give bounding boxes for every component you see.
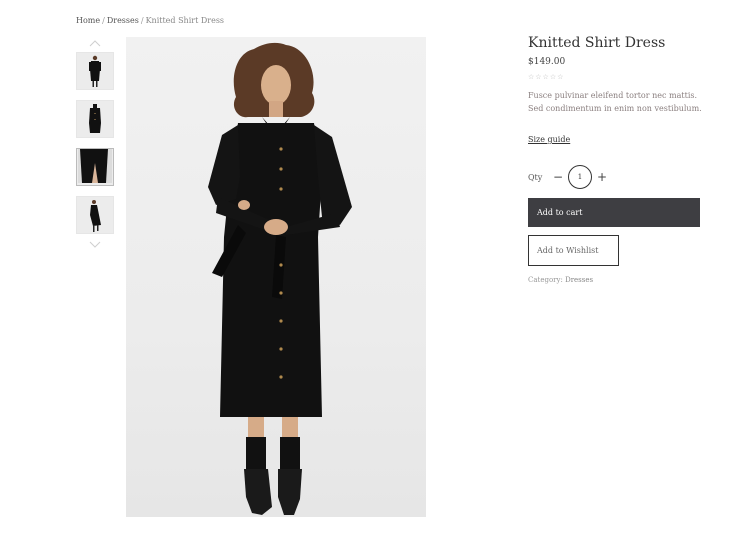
breadcrumb-category-link[interactable]: Dresses — [107, 16, 139, 25]
quantity-input[interactable]: 1 — [568, 165, 592, 189]
thumbnail-gallery — [76, 36, 114, 252]
breadcrumb-separator: / — [102, 16, 105, 25]
rating-stars[interactable]: ☆☆☆☆☆ — [528, 73, 703, 81]
size-guide-link[interactable]: Size guide — [528, 135, 570, 144]
qty-decrease-button[interactable]: − — [552, 170, 564, 184]
product-title: Knitted Shirt Dress — [528, 35, 666, 51]
dress-thumbnail-image — [78, 149, 112, 183]
thumbnail-3[interactable] — [76, 148, 114, 186]
thumbnail-1[interactable] — [76, 52, 114, 90]
product-price: $149.00 — [528, 57, 566, 67]
thumbnail-2[interactable] — [76, 100, 114, 138]
product-category: Category: Dresses — [528, 276, 703, 284]
dress-thumbnail-image — [89, 55, 101, 87]
product-summary: Knitted Shirt Dress $149.00 ☆☆☆☆☆ Fusce … — [528, 35, 703, 284]
thumbnail-scroll-down-button[interactable] — [76, 238, 114, 252]
model-wearing-dress-image — [208, 42, 352, 515]
breadcrumb: Home / Dresses / Knitted Shirt Dress — [76, 16, 224, 25]
add-to-cart-label: Add to cart — [537, 208, 583, 217]
breadcrumb-separator: / — [140, 16, 144, 25]
main-product-image[interactable] — [126, 37, 426, 517]
thumbnail-4[interactable] — [76, 196, 114, 234]
dress-thumbnail-image — [89, 104, 101, 133]
breadcrumb-home-link[interactable]: Home — [76, 16, 100, 25]
qty-increase-button[interactable]: + — [596, 170, 608, 184]
chevron-down-icon — [89, 241, 101, 248]
category-label: Category: — [528, 276, 566, 284]
product-description: Fusce pulvinar eleifend tortor nec matti… — [528, 91, 702, 113]
thumbnail-scroll-up-button[interactable] — [76, 36, 114, 50]
breadcrumb-current: Knitted Shirt Dress — [145, 16, 225, 25]
dress-thumbnail-image — [90, 200, 101, 232]
add-to-wishlist-button[interactable]: Add to Wishlist — [528, 235, 619, 266]
qty-label: Qty — [528, 172, 543, 182]
quantity-selector: Qty − 1 + — [528, 164, 703, 190]
category-link[interactable]: Dresses — [565, 276, 593, 284]
add-to-wishlist-label: Add to Wishlist — [537, 246, 599, 255]
add-to-cart-button[interactable]: Add to cart — [528, 198, 700, 227]
chevron-up-icon — [89, 40, 101, 47]
